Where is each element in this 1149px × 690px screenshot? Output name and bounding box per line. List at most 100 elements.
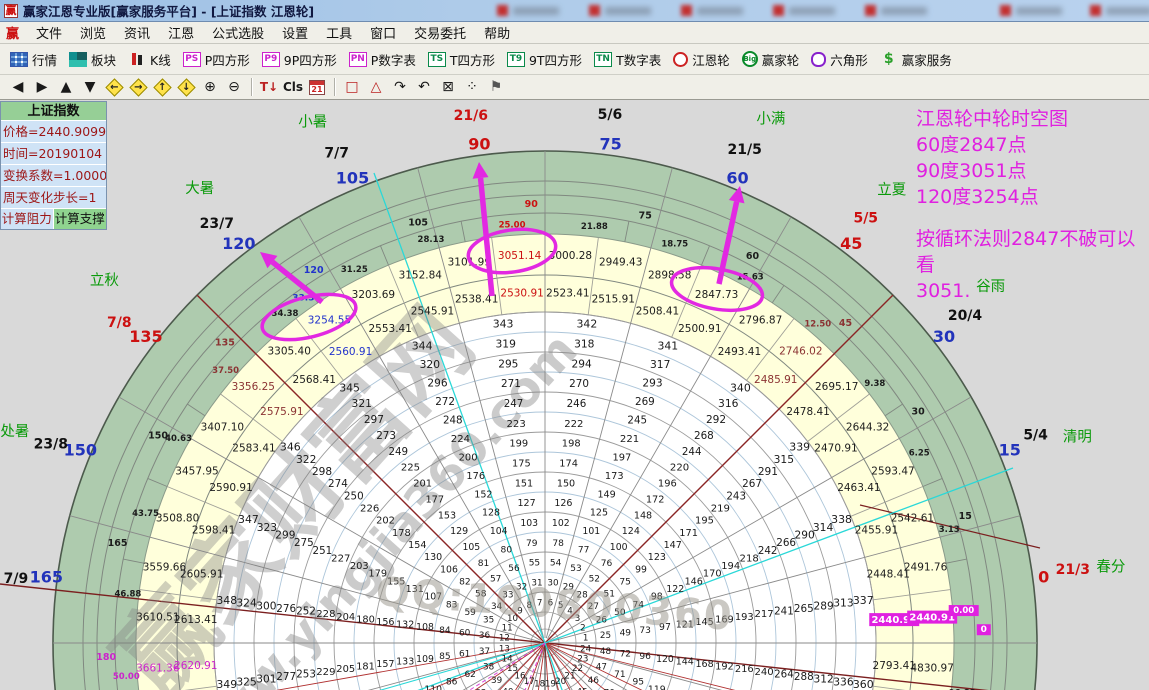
menu-item-文件[interactable]: 文件 <box>27 21 71 44</box>
svg-text:336: 336 <box>833 675 854 688</box>
svg-text:176: 176 <box>466 471 485 482</box>
svg-text:小满: 小满 <box>756 111 785 128</box>
menu-item-交易委托[interactable]: 交易委托 <box>405 21 475 44</box>
svg-text:大暑: 大暑 <box>185 180 214 197</box>
toolbar-button-service[interactable]: $赢家服务 <box>874 47 958 72</box>
svg-text:100: 100 <box>610 542 628 553</box>
svg-text:149: 149 <box>597 489 615 500</box>
annotation-line-2: 90度3051点 <box>916 158 1148 184</box>
toolbar-button-winner-wheel[interactable]: Big赢家轮 <box>736 47 806 72</box>
svg-text:270: 270 <box>569 378 589 390</box>
svg-text:102: 102 <box>552 518 570 529</box>
toolbar-button-hexagon[interactable]: 六角形 <box>805 47 874 72</box>
calc-support-button[interactable]: 计算支撑 <box>54 209 107 229</box>
svg-text:181: 181 <box>356 662 375 673</box>
toolbar-button-kline[interactable]: K线 <box>122 47 177 72</box>
svg-text:60: 60 <box>726 168 748 187</box>
svg-text:321: 321 <box>352 397 372 410</box>
toolbar-button-9p-square[interactable]: P99P四方形 <box>256 47 343 72</box>
svg-text:75: 75 <box>639 211 652 222</box>
svg-text:96: 96 <box>639 652 651 662</box>
svg-text:220: 220 <box>670 463 689 474</box>
svg-text:244: 244 <box>682 446 702 458</box>
draw-button-step-up[interactable]: ↑ <box>150 77 174 98</box>
draw-button-zoom-out[interactable]: ⊖ <box>222 77 246 98</box>
svg-text:175: 175 <box>512 459 531 470</box>
svg-text:3457.95: 3457.95 <box>175 465 218 477</box>
menu-item-窗口[interactable]: 窗口 <box>361 21 405 44</box>
dollar-icon: $ <box>880 52 898 67</box>
draw-button-rotate-ccw[interactable]: ↶ <box>412 77 436 98</box>
menu-item-浏览[interactable]: 浏览 <box>71 21 115 44</box>
menu-item-资讯[interactable]: 资讯 <box>115 21 159 44</box>
menu-item-帮助[interactable]: 帮助 <box>475 21 519 44</box>
svg-text:319: 319 <box>496 338 517 351</box>
draw-button-draw-triangle[interactable]: △ <box>364 77 388 98</box>
svg-text:22: 22 <box>572 664 583 674</box>
toolbar-button-9t-square[interactable]: T99T四方形 <box>501 47 588 72</box>
svg-text:348: 348 <box>216 594 237 607</box>
svg-text:5/5: 5/5 <box>853 210 878 226</box>
toolbar-button-t-table[interactable]: TNT数字表 <box>588 47 667 72</box>
draw-button-step-down[interactable]: ↓ <box>174 77 198 98</box>
draw-button-zoom-in[interactable]: ⊕ <box>198 77 222 98</box>
menu-item-设置[interactable]: 设置 <box>273 21 317 44</box>
draw-button-nav-down[interactable]: ▼ <box>78 77 102 98</box>
draw-button-flag[interactable]: ⚑ <box>484 77 508 98</box>
svg-text:349: 349 <box>216 678 237 690</box>
svg-text:340: 340 <box>730 381 751 394</box>
svg-text:224: 224 <box>451 434 470 445</box>
draw-button-scatter[interactable]: ⁘ <box>460 77 484 98</box>
draw-button-nav-left[interactable]: ◀ <box>6 77 30 98</box>
toolbar-button-bankuai[interactable]: 板块 <box>63 47 122 72</box>
toolbar-button-hangqing[interactable]: 行情 <box>4 47 63 72</box>
draw-button-draw-square[interactable]: □ <box>340 77 364 98</box>
step-right-icon: → <box>129 78 147 96</box>
svg-text:25: 25 <box>600 631 611 641</box>
toolbar-button-gann-wheel[interactable]: 江恩轮 <box>667 47 736 72</box>
calc-resistance-button[interactable]: 计算阻力 <box>1 209 54 229</box>
svg-text:251: 251 <box>313 545 333 557</box>
draw-button-step-right[interactable]: → <box>126 77 150 98</box>
draw-button-delete-box[interactable]: ⊠ <box>436 77 460 98</box>
svg-text:45: 45 <box>839 318 852 329</box>
svg-text:小暑: 小暑 <box>298 113 327 130</box>
draw-button-t-updown[interactable]: T↓ <box>257 77 281 98</box>
toolbar-label: P四方形 <box>205 50 250 69</box>
toolbar-separator <box>334 78 335 96</box>
svg-text:54: 54 <box>550 559 562 569</box>
draw-button-step-left[interactable]: ← <box>102 77 126 98</box>
menu-item-江恩[interactable]: 江恩 <box>159 21 203 44</box>
svg-text:6.25: 6.25 <box>909 448 930 458</box>
draw-button-nav-right[interactable]: ▶ <box>30 77 54 98</box>
svg-text:2568.41: 2568.41 <box>293 374 336 386</box>
svg-text:196: 196 <box>658 479 677 490</box>
menu-item-工具[interactable]: 工具 <box>317 21 361 44</box>
svg-text:343: 343 <box>493 318 514 331</box>
menu-item-公式选股[interactable]: 公式选股 <box>203 21 273 44</box>
draw-button-calendar[interactable]: 21 <box>305 77 329 98</box>
big-wheel-icon: Big <box>742 51 758 67</box>
svg-text:296: 296 <box>427 377 447 389</box>
calendar-icon: 21 <box>309 80 325 95</box>
toolbar-button-t-square[interactable]: TST四方形 <box>422 47 501 72</box>
svg-text:315: 315 <box>774 453 794 466</box>
toolbar-button-p-table[interactable]: PNP数字表 <box>343 47 422 72</box>
toolbar-button-p-square[interactable]: PSP四方形 <box>177 47 256 72</box>
draw-button-nav-up[interactable]: ▲ <box>54 77 78 98</box>
svg-text:245: 245 <box>627 414 647 426</box>
draw-button-rotate-cw[interactable]: ↷ <box>388 77 412 98</box>
svg-text:252: 252 <box>296 606 316 618</box>
draw-button-cls[interactable]: Cls <box>281 77 305 98</box>
svg-text:316: 316 <box>718 397 739 410</box>
svg-text:61: 61 <box>459 650 470 660</box>
svg-text:147: 147 <box>664 540 682 551</box>
annotation-line-5: 按循环法则2847不破可以看 <box>916 226 1148 278</box>
svg-text:7/9: 7/9 <box>4 571 29 587</box>
step-down-icon: ↓ <box>177 78 195 96</box>
svg-text:1: 1 <box>583 634 589 644</box>
svg-text:0: 0 <box>1038 567 1049 586</box>
t9-icon: T9 <box>507 52 525 67</box>
svg-text:322: 322 <box>296 453 316 466</box>
rotate-cw-icon: ↷ <box>394 79 406 95</box>
